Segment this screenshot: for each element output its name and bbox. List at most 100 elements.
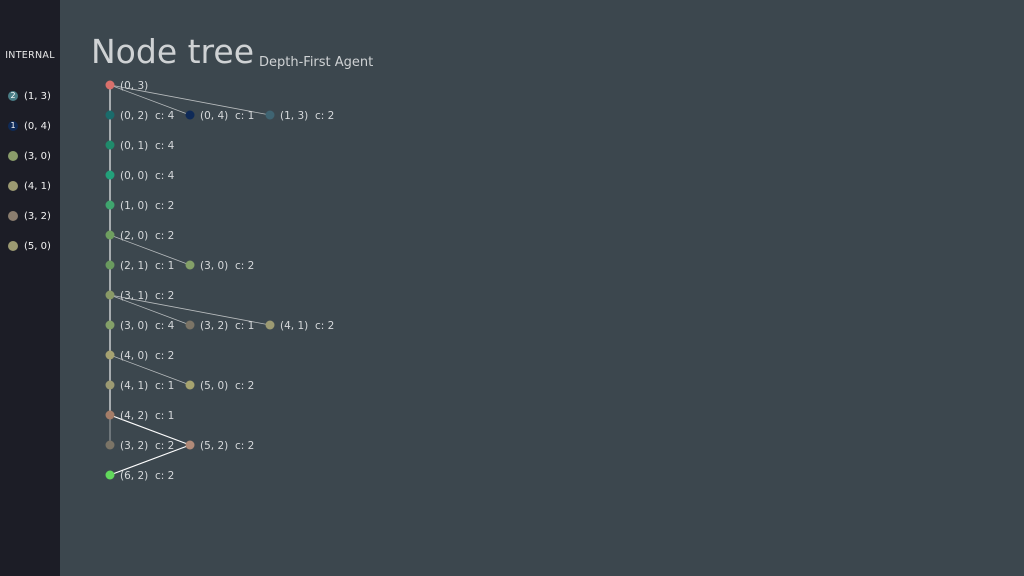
node-cost: c: 2 — [235, 260, 254, 272]
node-cost: c: 2 — [315, 110, 334, 122]
node-cost: c: 1 — [235, 110, 254, 122]
node-dot-icon — [8, 241, 18, 251]
node-label: (2, 0) — [120, 230, 148, 242]
node-cost: c: 4 — [155, 140, 175, 152]
node-cost: c: 2 — [235, 440, 254, 452]
node-label: (1, 3) — [280, 110, 308, 122]
node-label: (5, 0) — [200, 380, 228, 392]
node-dot-icon — [105, 140, 115, 150]
node-cost: c: 2 — [315, 320, 334, 332]
node-cost: c: 2 — [235, 380, 254, 392]
node-label: (3, 2) — [200, 320, 228, 332]
node-dot-icon — [105, 350, 115, 360]
tree-node[interactable]: (3, 2) c: 2 — [105, 440, 175, 452]
tree-node[interactable]: (0, 3) — [105, 80, 149, 92]
node-label: (2, 1) — [120, 260, 148, 272]
sidebar-item-label: (3, 2) — [24, 210, 51, 222]
tree-node[interactable]: (4, 2) c: 1 — [105, 410, 175, 422]
node-dot-icon: 2 — [8, 91, 18, 101]
sidebar-item-3-2[interactable]: (3, 2) — [8, 209, 58, 223]
node-label: (4, 1) — [280, 320, 308, 332]
tree-node[interactable]: (2, 0) c: 2 — [105, 230, 175, 242]
sidebar-item-0-4[interactable]: 1 (0, 4) — [8, 119, 58, 133]
node-label: (5, 2) — [200, 440, 228, 452]
node-dot-icon — [185, 110, 195, 120]
sidebar-item-count: 1 — [10, 121, 16, 130]
node-label: (3, 0) — [200, 260, 228, 272]
node-label: (0, 4) — [200, 110, 228, 122]
tree-node[interactable]: (0, 1) c: 4 — [105, 140, 175, 152]
tree-node[interactable]: (3, 0) c: 2 — [185, 260, 255, 272]
tree-node[interactable]: (1, 3) c: 2 — [265, 110, 335, 122]
node-dot-icon — [105, 290, 115, 300]
sidebar-item-count: 2 — [10, 91, 16, 100]
node-dot-icon: 1 — [8, 121, 18, 131]
tree-node[interactable]: (0, 2) c: 4 — [105, 110, 175, 122]
node-label: (4, 2) — [120, 410, 148, 422]
node-label: (0, 1) — [120, 140, 148, 152]
tree-node[interactable]: (5, 0) c: 2 — [185, 380, 255, 392]
node-cost: c: 2 — [155, 290, 174, 302]
node-dot-icon — [105, 320, 115, 330]
node-dot-icon — [8, 151, 18, 161]
node-dot-icon — [105, 170, 115, 180]
node-label: (6, 2) — [120, 470, 148, 482]
sidebar-title: INTERNAL — [5, 50, 55, 61]
sidebar-item-label: (3, 0) — [24, 150, 51, 162]
node-label: (0, 3) — [120, 80, 148, 92]
node-dot-icon — [185, 320, 195, 330]
sidebar-item-4-1[interactable]: (4, 1) — [8, 179, 58, 193]
tree-node[interactable]: (4, 1) c: 1 — [105, 380, 175, 392]
node-dot-icon — [265, 110, 275, 120]
sidebar-item-label: (0, 4) — [24, 120, 51, 132]
node-label: (0, 0) — [120, 170, 148, 182]
node-dot-icon — [265, 320, 275, 330]
node-dot-icon — [105, 110, 115, 120]
node-dot-icon — [105, 200, 115, 210]
tree-node[interactable]: (1, 0) c: 2 — [105, 200, 175, 212]
tree-node[interactable]: (6, 2) c: 2 — [105, 470, 175, 482]
tree-node[interactable]: (2, 1) c: 1 — [105, 260, 175, 272]
sidebar-item-label: (5, 0) — [24, 240, 51, 252]
tree-node[interactable]: (4, 0) c: 2 — [105, 350, 175, 362]
node-cost: c: 1 — [155, 380, 174, 392]
node-label: (3, 1) — [120, 290, 148, 302]
tree-node[interactable]: (3, 2) c: 1 — [185, 320, 255, 332]
main-panel: Node tree Depth-First Agent (0, 3) (0, 2)… — [60, 0, 1024, 576]
node-dot-icon — [105, 470, 115, 480]
node-label: (4, 1) — [120, 380, 148, 392]
node-label: (4, 0) — [120, 350, 148, 362]
node-cost: c: 1 — [235, 320, 254, 332]
node-cost: c: 2 — [155, 230, 174, 242]
tree-node[interactable]: (4, 1) c: 2 — [265, 320, 335, 332]
node-cost: c: 4 — [155, 320, 175, 332]
node-dot-icon — [105, 80, 115, 90]
tree-node[interactable]: (0, 4) c: 1 — [185, 110, 255, 122]
node-label: (3, 0) — [120, 320, 148, 332]
node-dot-icon — [105, 260, 115, 270]
node-cost: c: 4 — [155, 170, 175, 182]
node-dot-icon — [105, 440, 115, 450]
node-dot-icon — [185, 260, 195, 270]
node-dot-icon — [105, 410, 115, 420]
node-label: (0, 2) — [120, 110, 148, 122]
node-dot-icon — [8, 211, 18, 221]
tree-node[interactable]: (5, 2) c: 2 — [185, 440, 255, 452]
tree-node[interactable]: (0, 0) c: 4 — [105, 170, 175, 182]
sidebar-item-3-0[interactable]: (3, 0) — [8, 149, 58, 163]
node-cost: c: 2 — [155, 470, 174, 482]
node-cost: c: 4 — [155, 110, 175, 122]
node-tree: (0, 3) (0, 2) c: 4 (0, 4) c: 1 (1, 3) c: 2 (0, … — [105, 80, 335, 482]
node-dot-icon — [8, 181, 18, 191]
node-cost: c: 1 — [155, 260, 174, 272]
node-cost: c: 1 — [155, 410, 174, 422]
node-dot-icon — [185, 440, 195, 450]
node-label: (1, 0) — [120, 200, 148, 212]
sidebar: INTERNAL 2 (1, 3) 1 (0, 4) (3, 0) (4, 1)… — [0, 0, 60, 576]
sidebar-item-1-3[interactable]: 2 (1, 3) — [8, 89, 58, 103]
node-dot-icon — [105, 380, 115, 390]
sidebar-item-5-0[interactable]: (5, 0) — [8, 239, 58, 253]
node-dot-icon — [185, 380, 195, 390]
tree-node[interactable]: (3, 0) c: 4 — [105, 320, 175, 332]
sidebar-item-label: (4, 1) — [24, 180, 51, 192]
